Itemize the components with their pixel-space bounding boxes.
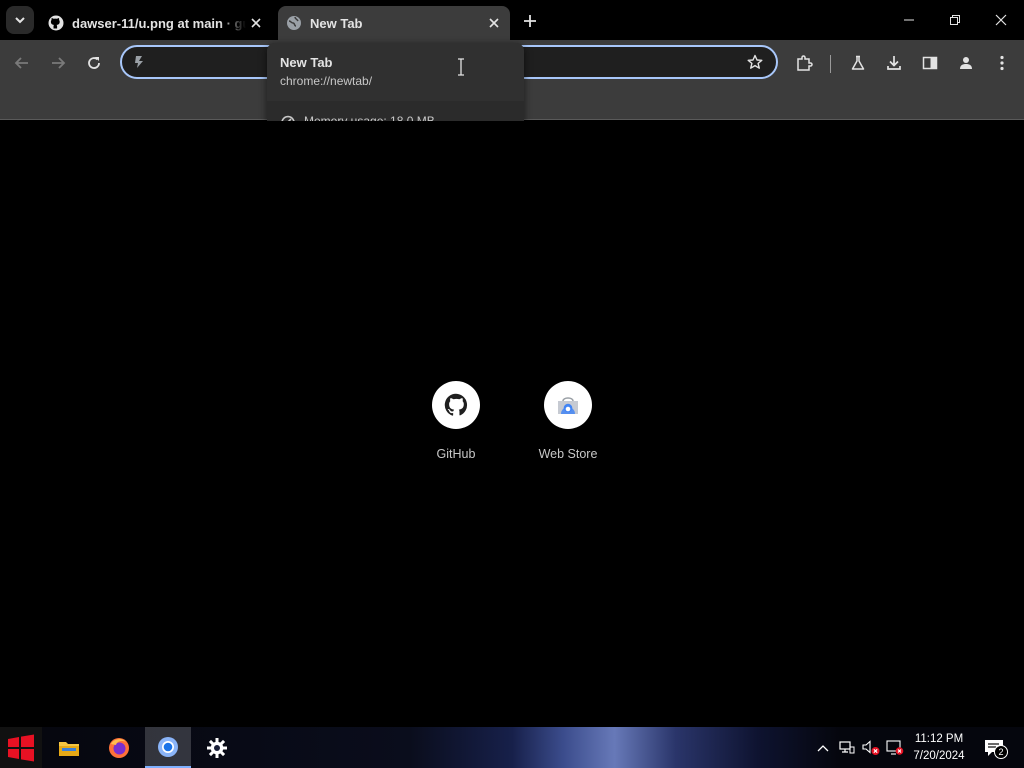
volume-tray-button[interactable] — [860, 727, 882, 768]
clock-date: 7/20/2024 — [913, 750, 965, 762]
taskbar-file-explorer[interactable] — [46, 727, 92, 768]
title-bar: dawser-11/u.png at main · guest New Tab — [0, 0, 1024, 40]
shortcut-icon-circle — [432, 381, 480, 429]
taskbar-settings[interactable] — [194, 727, 240, 768]
network-icon — [839, 740, 855, 753]
minimize-icon — [904, 19, 914, 21]
volume-muted-icon — [862, 739, 880, 755]
person-icon — [960, 57, 972, 69]
arrow-left-icon — [14, 57, 28, 69]
close-icon[interactable] — [246, 13, 266, 33]
folder-icon — [59, 741, 79, 756]
github-icon — [48, 15, 64, 31]
globe-icon — [286, 15, 302, 31]
new-tab-button[interactable] — [518, 10, 542, 32]
forward-button[interactable] — [44, 49, 72, 77]
shortcut-label: Web Store — [538, 447, 598, 461]
side-panel-icon — [922, 56, 938, 70]
close-window-button[interactable] — [978, 0, 1024, 40]
reload-button[interactable] — [80, 49, 108, 77]
firefox-icon — [109, 737, 129, 758]
taskbar-chrome[interactable] — [145, 727, 191, 768]
puzzle-icon — [797, 55, 813, 71]
hover-card-header — [267, 43, 524, 101]
side-panel-button[interactable] — [916, 49, 944, 77]
flask-icon — [851, 55, 865, 70]
start-button[interactable] — [0, 727, 42, 768]
bookmark-star-icon[interactable] — [746, 53, 764, 71]
tab-search-button[interactable] — [6, 6, 34, 34]
windows-logo-icon — [8, 734, 34, 761]
github-icon — [444, 393, 468, 416]
labs-button[interactable] — [844, 49, 872, 77]
menu-button[interactable] — [988, 49, 1016, 77]
tab-github[interactable]: dawser-11/u.png at main · guest — [40, 6, 272, 40]
minimize-button[interactable] — [886, 0, 932, 40]
hover-card-title: New Tab — [280, 55, 333, 70]
notification-count-badge: 2 — [994, 745, 1008, 759]
plus-icon — [524, 15, 536, 27]
shortcut-github[interactable]: GitHub — [400, 381, 512, 461]
arrow-right-icon — [52, 57, 66, 69]
clock-time: 11:12 PM — [914, 733, 964, 745]
download-icon — [887, 56, 901, 70]
restore-icon — [950, 15, 960, 25]
downloads-button[interactable] — [880, 49, 908, 77]
chrome-icon — [158, 736, 178, 757]
gear-icon — [207, 737, 227, 758]
chevron-up-icon — [817, 744, 829, 751]
network-tray-button[interactable] — [836, 727, 858, 768]
action-center-button[interactable]: 2 — [980, 735, 1008, 761]
tab-title: New Tab — [310, 15, 363, 31]
chevron-down-icon — [15, 17, 25, 24]
back-button[interactable] — [8, 49, 36, 77]
display-warning-icon — [886, 739, 904, 755]
webstore-icon — [558, 397, 578, 414]
input-method-tray-button[interactable] — [884, 727, 906, 768]
taskbar: 11:12 PM 7/20/2024 2 — [0, 727, 1024, 768]
restore-button[interactable] — [932, 0, 978, 40]
reload-icon — [88, 57, 100, 69]
shortcut-icon-circle — [544, 381, 592, 429]
shortcut-web-store[interactable]: Web Store — [512, 381, 624, 461]
text-cursor-icon — [458, 58, 464, 76]
hover-card-url: chrome://newtab/ — [280, 74, 373, 88]
chrome-page-icon — [131, 54, 147, 70]
close-icon — [995, 14, 1007, 26]
more-vertical-icon — [1000, 55, 1004, 71]
tab-title: dawser-11/u.png at main · guest — [72, 15, 246, 31]
new-tab-page: GitHub Web Store — [0, 121, 1024, 727]
taskbar-firefox[interactable] — [96, 727, 142, 768]
taskbar-clock[interactable]: 11:12 PM 7/20/2024 — [908, 731, 970, 765]
toolbar-divider — [830, 55, 831, 73]
close-icon[interactable] — [484, 13, 504, 33]
profile-button[interactable] — [952, 49, 980, 77]
shortcut-label: GitHub — [436, 447, 476, 461]
extensions-button[interactable] — [790, 49, 818, 77]
show-hidden-icons-button[interactable] — [812, 727, 834, 768]
tab-new-tab[interactable]: New Tab — [278, 6, 510, 40]
